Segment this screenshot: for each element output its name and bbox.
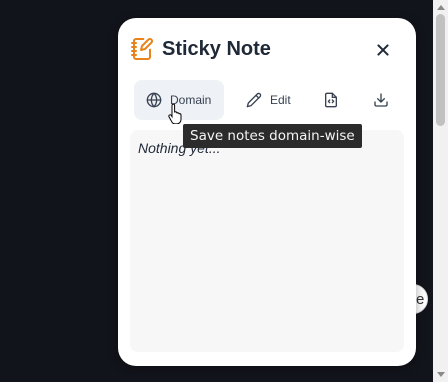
domain-tooltip: Save notes domain-wise — [183, 124, 362, 148]
close-icon[interactable] — [372, 39, 394, 61]
pencil-icon — [246, 92, 262, 108]
notebook-pen-icon — [131, 38, 153, 60]
download-button[interactable] — [366, 80, 396, 120]
scroll-down-arrow[interactable] — [433, 368, 448, 382]
file-code-icon — [325, 92, 337, 108]
edit-button[interactable]: Edit — [238, 80, 324, 120]
edit-button-label: Edit — [270, 93, 291, 107]
download-icon — [374, 93, 388, 107]
scroll-up-arrow[interactable] — [433, 0, 448, 14]
page-scrollbar[interactable] — [433, 0, 448, 382]
note-content-area[interactable]: Nothing yet... — [130, 130, 404, 352]
sticky-note-popup: Sticky Note Domain Edit Nothing yet... — [118, 18, 416, 366]
hand-pointer-icon — [168, 104, 182, 124]
globe-icon — [146, 92, 162, 108]
scroll-thumb[interactable] — [436, 14, 445, 126]
popup-title: Sticky Note — [162, 38, 271, 60]
file-code-button[interactable] — [314, 80, 348, 120]
